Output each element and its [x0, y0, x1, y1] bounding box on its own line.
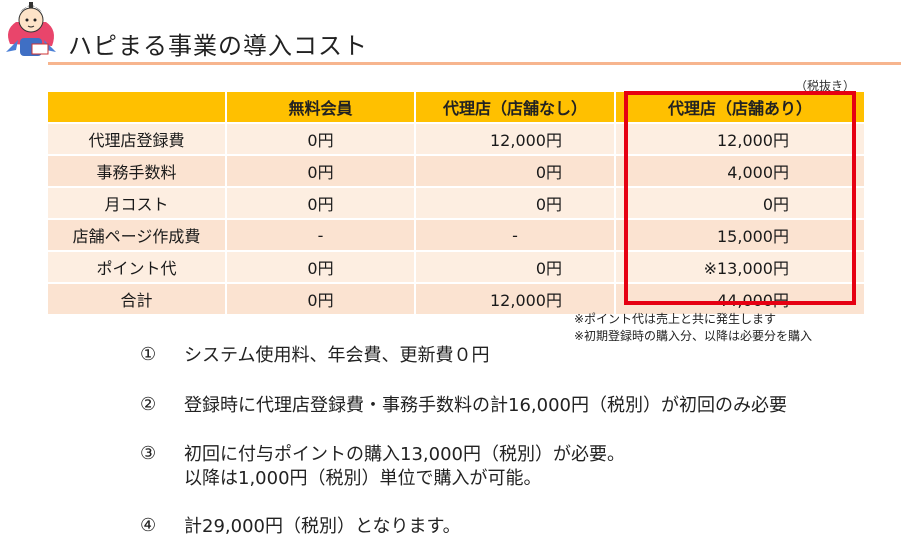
- header-cell: 代理店（店舗なし）: [415, 92, 616, 124]
- table-cell: 0円: [226, 187, 416, 220]
- table-cell: 4,000円: [615, 155, 866, 188]
- cost-table: 無料会員 代理店（店舗なし） 代理店（店舗あり） 代理店登録費 0円 12,00…: [48, 92, 866, 316]
- title-divider: [48, 62, 901, 65]
- item-text: 以降は1,000円（税別）単位で購入が可能。: [184, 468, 542, 489]
- table-cell: -: [415, 219, 616, 252]
- header-cell: 代理店（店舗あり）: [615, 92, 866, 124]
- header-cell: [48, 92, 227, 124]
- table-cell: 0円: [415, 155, 616, 188]
- row-label: 月コスト: [48, 187, 227, 220]
- samurai-mascot-icon: [6, 2, 56, 56]
- table-row: 店舗ページ作成費 - - 15,000円: [48, 219, 866, 252]
- row-label: 合計: [48, 283, 227, 316]
- item-text: 初回に付与ポイントの購入13,000円（税別）が必要。: [184, 444, 625, 465]
- table-row: 代理店登録費 0円 12,000円 12,000円: [48, 123, 866, 156]
- table-row: ポイント代 0円 0円 ※13,000円: [48, 251, 866, 284]
- row-label: 事務手数料: [48, 155, 227, 188]
- row-label: 代理店登録費: [48, 123, 227, 156]
- table-cell: 12,000円: [615, 123, 866, 156]
- item-number: ②: [140, 394, 157, 415]
- footnotes: ※ポイント代は売上と共に発生します ※初期登録時の購入分、以降は必要分を購入: [574, 311, 812, 345]
- table-row: 月コスト 0円 0円 0円: [48, 187, 866, 220]
- table-cell: 0円: [226, 251, 416, 284]
- item-number: ④: [140, 515, 157, 536]
- table-cell: 0円: [226, 283, 416, 316]
- table-cell: ※13,000円: [615, 251, 866, 284]
- item-number: ③: [140, 443, 157, 464]
- footnote: ※ポイント代は売上と共に発生します: [574, 312, 777, 326]
- item-text: 計29,000円（税別）となります。: [184, 516, 461, 537]
- page-title: ハピまる事業の導入コスト: [68, 32, 368, 60]
- table-header-row: 無料会員 代理店（店舗なし） 代理店（店舗あり）: [48, 92, 866, 124]
- row-label: ポイント代: [48, 251, 227, 284]
- header-cell: 無料会員: [226, 92, 416, 124]
- table-cell: 15,000円: [615, 219, 866, 252]
- table-cell: 0円: [226, 123, 416, 156]
- row-label: 店舗ページ作成費: [48, 219, 227, 252]
- table-cell: 12,000円: [415, 123, 616, 156]
- table-cell: 0円: [415, 251, 616, 284]
- table-row: 事務手数料 0円 0円 4,000円: [48, 155, 866, 188]
- item-number: ①: [140, 344, 157, 365]
- item-text: 登録時に代理店登録費・事務手数料の計16,000円（税別）が初回のみ必要: [184, 395, 787, 416]
- footnote: ※初期登録時の購入分、以降は必要分を購入: [574, 329, 813, 343]
- item-text: システム使用料、年会費、更新費０円: [184, 345, 490, 366]
- table-cell: -: [226, 219, 416, 252]
- table-cell: 0円: [226, 155, 416, 188]
- table-cell: 0円: [415, 187, 616, 220]
- table-cell: 0円: [615, 187, 866, 220]
